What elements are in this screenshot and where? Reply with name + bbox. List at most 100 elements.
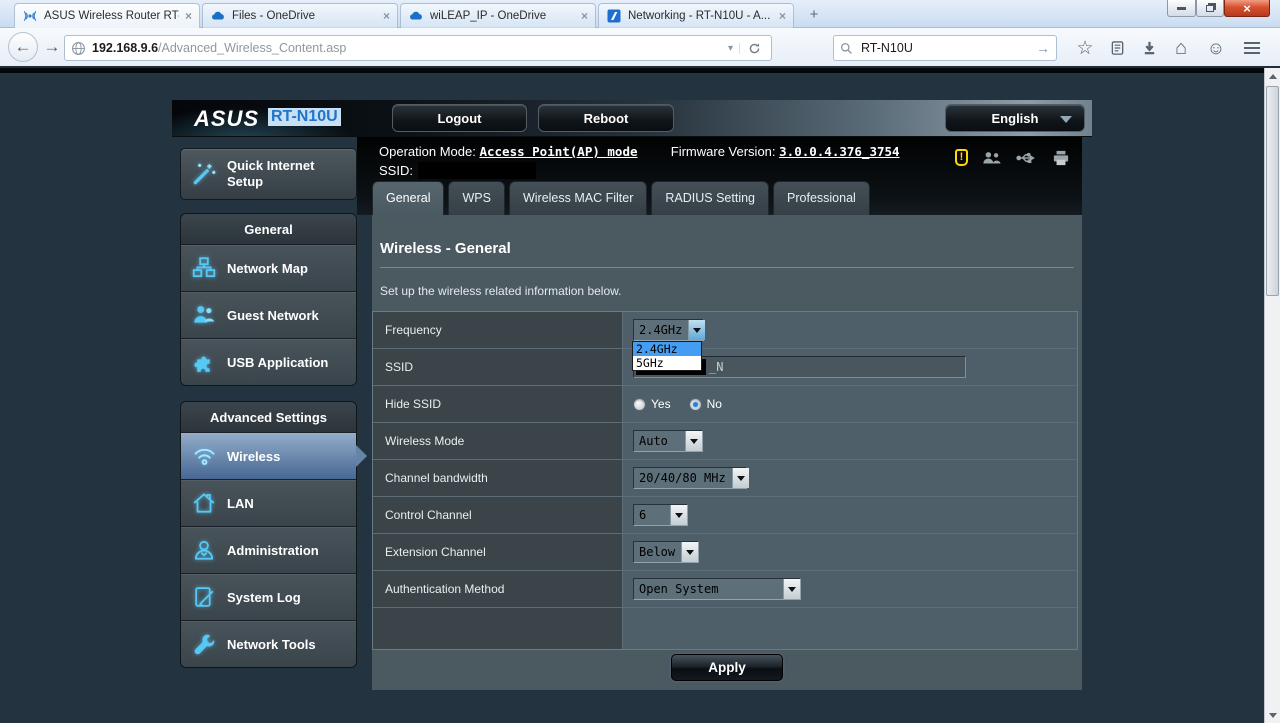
minimize-button[interactable]	[1167, 0, 1196, 17]
sidebar-item-guest-network[interactable]: Guest Network	[181, 291, 356, 338]
forum-icon	[607, 9, 621, 23]
network-map-icon	[181, 255, 227, 281]
printer-icon[interactable]	[1052, 150, 1070, 166]
reload-button[interactable]	[740, 42, 765, 55]
tab-radius-setting[interactable]: RADIUS Setting	[651, 181, 770, 215]
new-tab-button[interactable]: +	[802, 6, 826, 25]
dropdown-arrow-icon[interactable]	[731, 468, 749, 488]
downloads-icon[interactable]	[1137, 37, 1161, 59]
sidebar-item-usb-application[interactable]: USB Application	[181, 338, 356, 385]
chat-smiley-icon[interactable]: ☺	[1204, 37, 1228, 59]
frequency-option-5ghz[interactable]: 5GHz	[633, 356, 701, 370]
back-button[interactable]: ←	[8, 32, 38, 62]
dropdown-arrow-icon[interactable]	[783, 579, 800, 599]
wireless-mode-select[interactable]: Auto	[633, 430, 703, 452]
tab-wps[interactable]: WPS	[448, 181, 505, 215]
warning-lamp-icon[interactable]: !	[955, 149, 968, 166]
channel-bandwidth-select[interactable]: 20/40/80 MHz	[633, 467, 749, 489]
row-wireless-mode: Wireless Mode Auto	[373, 423, 1077, 460]
logout-button[interactable]: Logout	[392, 104, 527, 132]
clients-group-icon[interactable]	[982, 150, 1002, 166]
extension-channel-label: Extension Channel	[373, 534, 623, 570]
restore-button[interactable]	[1196, 0, 1224, 17]
close-window-button[interactable]: ×	[1224, 0, 1270, 17]
wireless-mode-label: Wireless Mode	[373, 423, 623, 459]
sidebar-item-label: USB Application	[227, 354, 329, 370]
close-icon[interactable]: ×	[383, 10, 390, 22]
sidebar-item-system-log[interactable]: System Log	[181, 573, 356, 620]
globe-icon	[72, 41, 85, 55]
hide-ssid-yes-option[interactable]: Yes	[633, 397, 671, 411]
scroll-down-button[interactable]	[1265, 707, 1280, 723]
sidebar-item-quick-internet-setup[interactable]: Quick Internet Setup	[180, 148, 357, 200]
tab-general[interactable]: General	[372, 181, 445, 215]
search-input[interactable]	[859, 40, 1030, 56]
sidebar-item-network-map[interactable]: Network Map	[181, 244, 356, 291]
radio-button-yes[interactable]	[633, 397, 646, 411]
home-icon[interactable]: ⌂	[1169, 37, 1193, 59]
browser-tab-wileap-onedrive[interactable]: wiLEAP_IP - OneDrive ×	[400, 3, 596, 28]
frequency-option-24ghz[interactable]: 2.4GHz	[633, 342, 701, 356]
authentication-method-select[interactable]: Open System	[633, 578, 801, 600]
close-icon[interactable]: ×	[581, 10, 588, 22]
operation-mode-value[interactable]: Access Point(AP) mode	[479, 144, 637, 159]
url-bar[interactable]: 192.168.9.6/Advanced_Wireless_Content.as…	[64, 35, 772, 61]
router-sidebar: Quick Internet Setup General Network Map	[180, 148, 367, 668]
router-banner: ASUS RT-N10U Logout Reboot English	[172, 100, 1092, 137]
control-channel-select[interactable]: 6	[633, 504, 688, 526]
sidebar-item-label: System Log	[227, 589, 301, 605]
minimize-icon	[1177, 6, 1186, 10]
tab-professional[interactable]: Professional	[773, 181, 870, 215]
scroll-up-button[interactable]	[1265, 68, 1280, 84]
browser-tab-asus-router[interactable]: ASUS Wireless Router RT-N... ×	[14, 3, 200, 28]
browser-tab-networking[interactable]: Networking - RT-N10U - A... ×	[598, 3, 794, 28]
magic-wand-icon	[181, 161, 227, 187]
extension-channel-select[interactable]: Below	[633, 541, 699, 563]
menu-hamburger-icon[interactable]	[1240, 37, 1264, 59]
control-channel-value: 6	[639, 508, 647, 522]
tab-wireless-mac-filter[interactable]: Wireless MAC Filter	[508, 181, 648, 215]
browser-window: ASUS Wireless Router RT-N... × Files - O…	[0, 0, 1280, 723]
sidebar-item-network-tools[interactable]: Network Tools	[181, 620, 356, 667]
dropdown-arrow-icon[interactable]	[670, 505, 687, 525]
scrollbar-thumb[interactable]	[1266, 86, 1279, 296]
sidebar-item-label: Network Map	[227, 260, 308, 276]
close-icon[interactable]: ×	[779, 10, 786, 22]
row-extension-channel: Extension Channel Below	[373, 534, 1077, 571]
forward-button[interactable]: →	[42, 37, 62, 56]
search-box[interactable]: →	[833, 35, 1057, 61]
bookmarks-panel-icon[interactable]	[1105, 37, 1129, 59]
url-host: 192.168.9.6	[92, 41, 159, 55]
download-arrow-icon	[1144, 41, 1154, 55]
dropdown-arrow-icon[interactable]	[685, 431, 702, 451]
sidebar-item-lan[interactable]: LAN	[181, 479, 356, 526]
sidebar-group-advanced-settings: Advanced Settings Wireless LAN Administr…	[180, 401, 367, 668]
sidebar-item-wireless[interactable]: Wireless	[181, 432, 367, 479]
close-icon[interactable]: ×	[185, 10, 192, 22]
url-dropdown-icon[interactable]: ▾	[722, 42, 740, 54]
row-hide-ssid: Hide SSID Yes No	[373, 386, 1077, 423]
extension-channel-value: Below	[639, 545, 676, 559]
browser-tab-files-onedrive[interactable]: Files - OneDrive ×	[202, 3, 398, 28]
sidebar-section-title-general: General	[181, 214, 356, 244]
frequency-select[interactable]: 2.4GHz	[633, 319, 706, 341]
bookmark-star-icon[interactable]: ☆	[1073, 37, 1097, 59]
hide-ssid-no-option[interactable]: No	[688, 397, 722, 411]
puzzle-piece-icon	[181, 350, 227, 375]
row-control-channel: Control Channel 6	[373, 497, 1077, 534]
authentication-method-value: Open System	[639, 582, 719, 596]
reboot-button[interactable]: Reboot	[538, 104, 674, 132]
dropdown-arrow-icon[interactable]	[688, 320, 706, 340]
dropdown-arrow-icon[interactable]	[681, 542, 699, 562]
channel-bandwidth-label: Channel bandwidth	[373, 460, 623, 496]
wireless-general-panel: Wireless - General Set up the wireless r…	[372, 215, 1082, 690]
radio-label: No	[706, 397, 722, 411]
apply-button[interactable]: Apply	[671, 654, 783, 681]
page-scrollbar[interactable]	[1264, 68, 1280, 723]
search-go-icon[interactable]: →	[1036, 40, 1050, 56]
usb-icon[interactable]	[1016, 151, 1038, 165]
sidebar-item-administration[interactable]: Administration	[181, 526, 356, 573]
language-dropdown[interactable]: English	[945, 104, 1085, 132]
firmware-value[interactable]: 3.0.0.4.376_3754	[779, 144, 899, 159]
radio-button-no[interactable]	[688, 397, 702, 411]
